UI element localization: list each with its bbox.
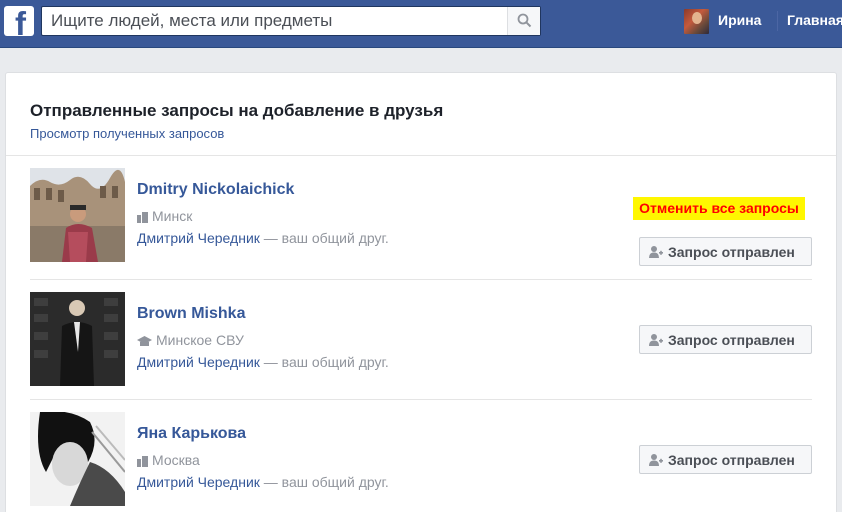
sent-requests-panel: Отправленные запросы на добавление в дру… (5, 72, 837, 512)
user-avatar[interactable] (684, 9, 709, 34)
list-item: Brown Mishka Минское СВУ Дмитрий Чередни… (30, 292, 812, 400)
location: Минское СВУ (137, 332, 244, 348)
search-box (41, 6, 541, 36)
request-sent-label: Запрос отправлен (668, 331, 795, 348)
school-icon (137, 335, 152, 346)
page-title: Отправленные запросы на добавление в дру… (30, 101, 444, 120)
friend-name-link[interactable]: Dmitry Nickolaichick (137, 181, 294, 199)
facebook-logo[interactable]: f (4, 6, 34, 36)
panel-header: Отправленные запросы на добавление в дру… (6, 73, 836, 156)
request-sent-button[interactable]: Запрос отправлен (639, 237, 812, 266)
location-label: Минск (152, 208, 193, 224)
top-navigation-bar: f Ирина Главная (0, 0, 842, 48)
location-label: Москва (152, 452, 200, 468)
mutual-friend-link[interactable]: Дмитрий Чередник (137, 230, 260, 246)
mutual-friend-suffix: — ваш общий друг. (259, 474, 389, 490)
cancel-all-requests-link[interactable]: Отменить все запросы (633, 197, 805, 220)
mutual-friend-link[interactable]: Дмитрий Чередник (137, 354, 260, 370)
mutual-friend-link[interactable]: Дмитрий Чередник (137, 474, 260, 490)
profile-link[interactable]: Ирина (718, 12, 761, 28)
search-button[interactable] (507, 7, 540, 35)
search-icon (517, 13, 532, 28)
mutual-friend-suffix: — ваш общий друг. (259, 230, 389, 246)
profile-photo[interactable] (30, 412, 125, 506)
request-sent-label: Запрос отправлен (668, 451, 795, 468)
list-item: Яна Карькова Москва Дмитрий Чередник — в… (30, 412, 812, 512)
mutual-friend: Дмитрий Чередник — ваш общий друг. (137, 354, 389, 370)
mutual-friend-suffix: — ваш общий друг. (259, 354, 389, 370)
add-friend-icon (649, 334, 663, 346)
friend-name-link[interactable]: Brown Mishka (137, 305, 245, 323)
profile-photo[interactable] (30, 292, 125, 386)
logo-letter: f (15, 6, 26, 36)
location-label: Минское СВУ (156, 332, 244, 348)
mutual-friend: Дмитрий Чередник — ваш общий друг. (137, 230, 389, 246)
city-icon (137, 455, 148, 467)
location: Минск (137, 208, 192, 224)
location: Москва (137, 452, 200, 468)
home-link[interactable]: Главная (787, 12, 842, 28)
request-sent-label: Запрос отправлен (668, 243, 795, 260)
city-icon (137, 211, 148, 223)
list-item: Dmitry Nickolaichick Минск Дмитрий Черед… (30, 168, 812, 280)
search-input[interactable] (42, 7, 508, 35)
view-received-requests-link[interactable]: Просмотр полученных запросов (30, 126, 224, 141)
profile-photo[interactable] (30, 168, 125, 262)
request-sent-button[interactable]: Запрос отправлен (639, 325, 812, 354)
add-friend-icon (649, 454, 663, 466)
friend-name-link[interactable]: Яна Карькова (137, 425, 246, 443)
nav-divider (777, 11, 778, 31)
add-friend-icon (649, 246, 663, 258)
request-sent-button[interactable]: Запрос отправлен (639, 445, 812, 474)
mutual-friend: Дмитрий Чередник — ваш общий друг. (137, 474, 389, 490)
